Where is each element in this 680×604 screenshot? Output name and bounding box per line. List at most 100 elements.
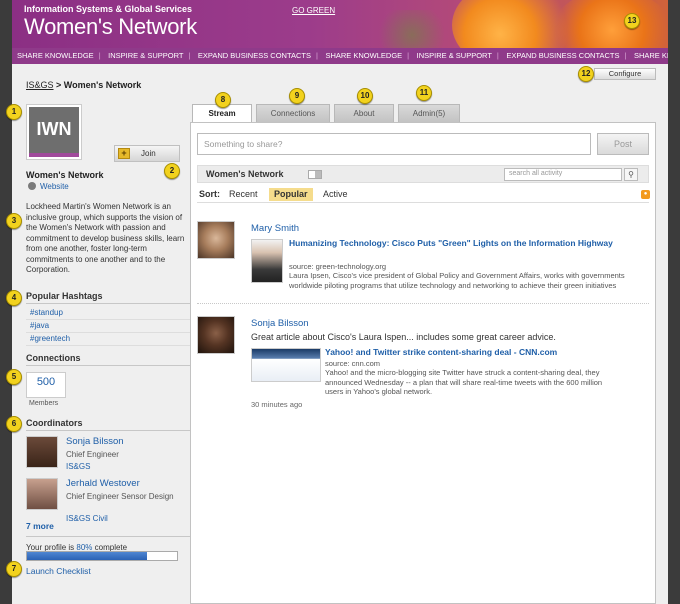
group-description: Lockheed Martin's Women Network is an in…: [26, 202, 185, 274]
avatar[interactable]: [26, 478, 58, 510]
org-name: Information Systems & Global Services: [24, 4, 193, 14]
nav-item[interactable]: EXPAND BUSINESS CONTACTS: [193, 48, 316, 64]
article-source: source: green-technology.org: [289, 262, 387, 271]
hashtag-link[interactable]: #standup: [26, 307, 192, 320]
post-divider: [197, 303, 649, 304]
coordinator-role: Chief Engineer Sensor Design: [66, 492, 174, 501]
sort-label: Sort:: [199, 189, 220, 199]
stream-post: Sonja Bilsson Great article about Cisco'…: [197, 316, 649, 416]
site-header: Information Systems & Global Services Wo…: [12, 0, 668, 48]
hashtag-link[interactable]: #greentech: [26, 333, 192, 346]
nav-bar: SHARE KNOWLEDGE | INSPIRE & SUPPORT | EXPA…: [12, 48, 668, 64]
share-input[interactable]: Something to share?: [197, 133, 591, 155]
coordinator-card: Jerhald Westover Chief Engineer Sensor D…: [26, 478, 192, 523]
go-green-link[interactable]: GO GREEN: [292, 6, 335, 15]
callout-marker-13: 13: [624, 13, 640, 29]
post-author[interactable]: Sonja Bilsson: [251, 318, 309, 329]
stream-post: Mary Smith Humanizing Technology: Cisco …: [197, 221, 649, 331]
header-foliage: [372, 10, 452, 48]
avatar[interactable]: [197, 221, 235, 259]
search-icon[interactable]: ⚲: [624, 168, 638, 181]
avatar[interactable]: [197, 316, 235, 354]
coordinators-heading: Coordinators: [26, 418, 192, 431]
join-button[interactable]: + Join: [114, 145, 180, 162]
article-summary: Laura Ipsen, Cisco's vice president of G…: [289, 271, 625, 290]
callout-marker-11: 11: [416, 85, 432, 101]
tab-admin[interactable]: Admin(5): [398, 104, 460, 122]
connections-members-label: Members: [29, 400, 59, 407]
profile-status: Your profile is 80% complete: [26, 536, 192, 552]
sort-recent[interactable]: Recent: [229, 189, 258, 199]
nav-item[interactable]: INSPIRE & SUPPORT: [412, 48, 497, 64]
connections-count-button[interactable]: 500: [26, 372, 66, 398]
profile-progress-bar: [26, 551, 178, 561]
avatar[interactable]: [26, 436, 58, 468]
nav-item[interactable]: SHARE KNOWLEDGE: [320, 48, 407, 64]
nav-item[interactable]: INSPIRE & SUPPORT: [103, 48, 188, 64]
hashtag-link[interactable]: #java: [26, 320, 192, 333]
connections-heading: Connections: [26, 353, 192, 366]
callout-marker-10: 10: [357, 88, 373, 104]
sort-active[interactable]: Active: [323, 189, 348, 199]
article-summary: Yahoo! and the micro-blogging site Twitt…: [325, 368, 603, 396]
nav-item[interactable]: SHARE KNOWLEDGE: [12, 48, 99, 64]
coordinator-card: Sonja Bilsson Chief Engineer IS&GS: [26, 436, 192, 474]
join-label: Join: [141, 149, 156, 158]
main-area: Configure 12 IS&GS > Women's Network 1 2…: [6, 64, 668, 604]
post-author[interactable]: Mary Smith: [251, 223, 299, 234]
breadcrumb-root-link[interactable]: IS&GS: [26, 80, 54, 90]
website-link-row: Website: [28, 182, 69, 191]
article-thumbnail[interactable]: [251, 348, 321, 382]
rss-icon[interactable]: ●: [641, 190, 650, 199]
plus-icon: +: [118, 148, 130, 159]
configure-button[interactable]: Configure: [594, 68, 656, 80]
callout-marker-8: 8: [215, 92, 231, 108]
article-thumbnail[interactable]: [251, 239, 283, 283]
callout-marker-4: 4: [6, 290, 22, 306]
callout-marker-12: 12: [578, 66, 594, 82]
sort-popular[interactable]: Popular: [269, 188, 313, 201]
launch-checklist-link[interactable]: Launch Checklist: [26, 566, 91, 576]
callout-marker-7: 7: [6, 561, 22, 577]
group-name: Women's Network: [26, 170, 104, 180]
callout-marker-6: 6: [6, 416, 22, 432]
post-button[interactable]: Post: [597, 133, 649, 155]
post-message: Great article about Cisco's Laura Ispen.…: [251, 332, 556, 342]
hashtag-text[interactable]: #greentech: [30, 334, 70, 343]
hashtag-text[interactable]: #standup: [30, 308, 63, 317]
group-logo: IWN: [26, 104, 82, 160]
coordinator-name[interactable]: Jerhald Westover: [66, 478, 140, 489]
article-headline[interactable]: Yahoo! and Twitter strike content-sharin…: [325, 346, 625, 358]
sort-bar: Sort: Recent Popular Active ●: [197, 187, 650, 203]
globe-icon: [28, 182, 36, 190]
site-title: Women's Network: [24, 14, 197, 39]
callout-marker-9: 9: [289, 88, 305, 104]
group-logo-text: IWN: [29, 107, 79, 157]
coordinator-name[interactable]: Sonja Bilsson: [66, 436, 124, 447]
profile-progress-fill: [27, 552, 147, 560]
feed-name: Women's Network: [206, 169, 284, 179]
activity-search-input[interactable]: search all activity: [504, 168, 622, 181]
breadcrumb-current: Women's Network: [63, 80, 142, 90]
nav-item[interactable]: SHARE KNOWLEDGE: [629, 48, 668, 64]
feed-toggle[interactable]: [308, 170, 322, 179]
callout-marker-1: 1: [6, 104, 22, 120]
breadcrumb: IS&GS > Women's Network: [26, 80, 141, 90]
coordinator-org[interactable]: IS&GS: [66, 462, 90, 471]
article-source: source: cnn.com: [325, 359, 381, 368]
stream-panel: Something to share? Post Women's Network…: [190, 122, 656, 604]
nav-item[interactable]: EXPAND BUSINESS CONTACTS: [501, 48, 624, 64]
article-headline[interactable]: Humanizing Technology: Cisco Puts "Green…: [289, 237, 619, 249]
more-coordinators-link[interactable]: 7 more: [26, 521, 54, 531]
hashtags-heading: Popular Hashtags: [26, 291, 192, 304]
tab-connections[interactable]: Connections: [256, 104, 330, 122]
feed-filter-bar: Women's Network search all activity ⚲: [197, 165, 649, 183]
tab-about[interactable]: About: [334, 104, 394, 122]
callout-marker-5: 5: [6, 369, 22, 385]
post-timestamp: 30 minutes ago: [251, 400, 303, 409]
coordinator-org[interactable]: IS&GS Civil: [66, 514, 108, 523]
coordinator-role: Chief Engineer: [66, 450, 119, 459]
website-link[interactable]: Website: [40, 182, 69, 191]
hashtag-text[interactable]: #java: [30, 321, 49, 330]
breadcrumb-separator: >: [53, 80, 64, 90]
